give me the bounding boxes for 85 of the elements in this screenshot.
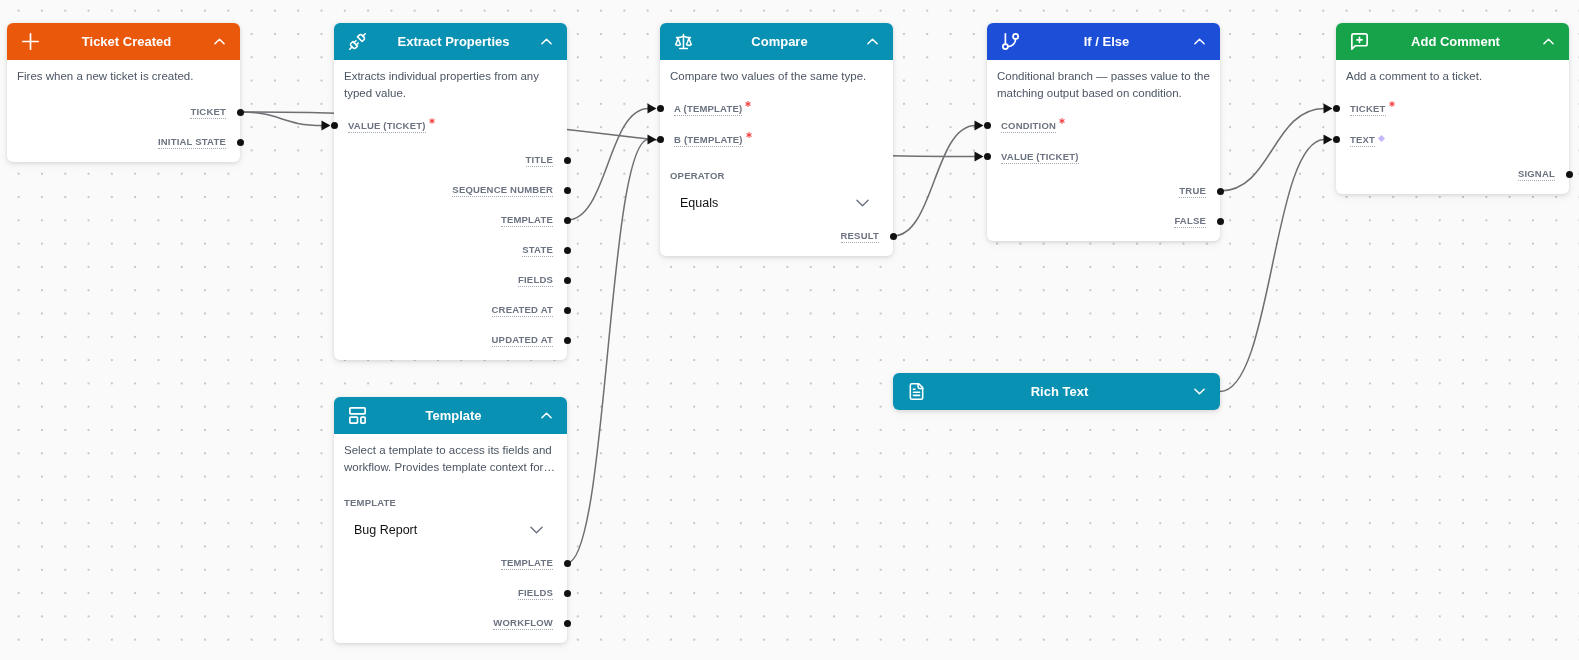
output-handle[interactable] [563, 246, 571, 254]
output-handle[interactable] [236, 108, 244, 116]
output-handle[interactable] [563, 306, 571, 314]
port-label: VALUE (TICKET) [348, 118, 426, 133]
chevron-up-icon[interactable] [541, 38, 552, 45]
node-description: Select a template to access its fields and workflow. Provides template context for… [343, 443, 556, 475]
node-title: If / Else [1082, 34, 1131, 49]
node-title: Ticket Created [80, 34, 173, 49]
port-label: TICKET [1350, 101, 1386, 116]
output-handle[interactable] [236, 138, 244, 146]
output-handle[interactable] [889, 232, 897, 240]
document-icon [908, 383, 925, 400]
port-label: FALSE [1174, 214, 1206, 228]
output-handle[interactable] [563, 186, 571, 194]
port-label: INITIAL STATE [157, 135, 226, 149]
branch-icon [1002, 33, 1019, 50]
port-label: RESULT [840, 229, 879, 243]
plug-icon [349, 33, 366, 50]
input-handle[interactable] [1332, 105, 1340, 112]
diamond-icon [1378, 135, 1386, 142]
chevron-up-icon[interactable] [867, 38, 878, 45]
chevron-up-icon[interactable] [541, 412, 552, 419]
layout-icon [349, 407, 366, 424]
port-label: UPDATED AT [491, 333, 553, 347]
node-title: Extract Properties [396, 34, 511, 49]
node-description: Add a comment to a ticket. [1345, 69, 1484, 84]
port-label: B (TEMPLATE) [674, 132, 743, 147]
port-label: TEMPLATE [500, 213, 553, 227]
asterisk-icon [745, 132, 752, 138]
output-handle[interactable] [563, 216, 571, 224]
asterisk-icon [428, 118, 435, 124]
output-handle[interactable] [1216, 217, 1224, 225]
plus-icon [22, 33, 39, 50]
port-label: CREATED AT [491, 303, 553, 317]
asterisk-icon [745, 101, 752, 107]
asterisk-icon [1059, 118, 1066, 124]
port-label: VALUE (TICKET) [1001, 149, 1079, 164]
dropdown-select[interactable]: Bug Report [344, 514, 557, 546]
output-handle[interactable] [563, 619, 571, 627]
output-handle[interactable] [1216, 187, 1224, 195]
port-label: FIELDS [518, 586, 553, 600]
port-label: TITLE [525, 153, 553, 167]
node-description: Fires when a new ticket is created. [16, 69, 195, 84]
output-handle[interactable] [563, 589, 571, 597]
port-label: WORKFLOW [493, 616, 553, 630]
asterisk-icon [1388, 101, 1395, 107]
chevron-down-icon[interactable] [1194, 388, 1205, 395]
input-handle[interactable] [330, 122, 338, 129]
input-handle[interactable] [983, 122, 991, 129]
field-label: OPERATOR [670, 169, 725, 183]
input-handle[interactable] [1332, 136, 1340, 143]
input-handle[interactable] [656, 105, 664, 112]
port-label: STATE [522, 243, 553, 257]
port-label: SIGNAL [1517, 167, 1555, 181]
input-handle[interactable] [983, 153, 991, 160]
port-label: TICKET [190, 105, 226, 119]
dropdown-select[interactable]: Equals [670, 187, 883, 219]
chevron-up-icon[interactable] [214, 38, 225, 45]
node-title: Compare [750, 34, 809, 49]
output-handle[interactable] [563, 156, 571, 164]
port-label: TRUE [1179, 184, 1206, 198]
chevron-down-icon [856, 199, 869, 207]
input-handle[interactable] [656, 136, 664, 143]
port-label: CONDITION [1001, 118, 1057, 133]
node-title: Template [424, 408, 483, 423]
scale-icon [675, 33, 692, 50]
port-label: SEQUENCE NUMBER [452, 183, 553, 197]
chevron-up-icon[interactable] [1543, 38, 1554, 45]
port-label: TEXT [1350, 132, 1376, 147]
output-handle[interactable] [1565, 170, 1573, 178]
port-label: TEMPLATE [500, 556, 553, 570]
output-handle[interactable] [563, 559, 571, 567]
node-description: Compare two values of the same type. [669, 69, 868, 84]
comment-plus-icon [1351, 33, 1368, 50]
field-label: TEMPLATE [344, 496, 397, 510]
node-description: Conditional branch — passes value to the matching output based on condition. [996, 69, 1211, 101]
output-handle[interactable] [563, 336, 571, 344]
node-title: Rich Text [1029, 384, 1090, 399]
output-handle[interactable] [563, 276, 571, 284]
port-label: FIELDS [518, 273, 553, 287]
chevron-down-icon [530, 526, 543, 534]
port-label: A (TEMPLATE) [674, 101, 743, 116]
node-title: Add Comment [1410, 34, 1501, 49]
chevron-up-icon[interactable] [1194, 38, 1205, 45]
node-description: Extracts individual properties from any typed value. [343, 69, 540, 101]
